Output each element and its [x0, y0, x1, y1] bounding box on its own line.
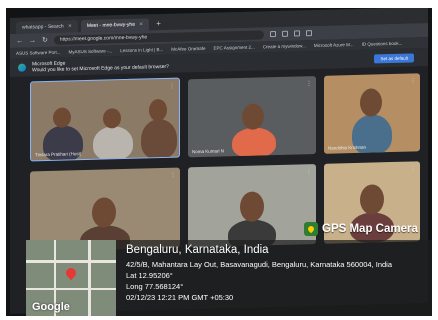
tab-label: whatsapp - Search — [22, 23, 64, 31]
participant-head — [149, 98, 167, 122]
gps-latitude: Lat 12.95206° — [126, 271, 173, 280]
refresh-icon[interactable]: ↻ — [42, 36, 48, 44]
gps-map-camera-watermark: GPS Map Camera — [304, 222, 418, 236]
new-tab-button[interactable]: + — [156, 18, 161, 30]
more-options-icon[interactable]: ⋮ — [170, 172, 176, 179]
profile-icon[interactable] — [305, 30, 312, 37]
participant-name: Noma Kumari N — [192, 148, 225, 155]
participant-head — [240, 191, 264, 222]
bookmark-item[interactable]: ASUS Software Port... — [16, 50, 61, 56]
bookmark-item[interactable]: ID Questions book... — [362, 41, 403, 47]
gps-city: Bengaluru, Karnataka, India — [126, 244, 269, 256]
bookmark-item[interactable]: Microsoft Azure M... — [314, 42, 354, 48]
bookmark-item[interactable]: Create a mywindow... — [263, 43, 306, 49]
gps-stamp-panel: Google Bengaluru, Karnataka, India 42/5/… — [26, 240, 432, 316]
more-options-icon[interactable]: ⋮ — [169, 83, 175, 90]
gps-camera-logo-icon — [304, 222, 318, 236]
close-tab-icon[interactable]: ✕ — [139, 22, 143, 28]
more-options-icon[interactable]: ⋮ — [306, 168, 312, 175]
participant-tile[interactable]: ⋮ Nandithia Krishnan — [324, 73, 420, 154]
map-road — [26, 288, 116, 290]
map-thumbnail: Google — [26, 240, 116, 316]
more-options-icon[interactable]: ⋮ — [410, 77, 416, 84]
edge-logo-icon — [18, 63, 26, 72]
participant-head — [103, 108, 121, 129]
extensions-icon[interactable] — [269, 31, 276, 38]
collections-icon[interactable] — [293, 30, 300, 37]
participant-body — [232, 127, 276, 158]
participant-head — [53, 107, 71, 128]
tab-label: Meet - mne-bvwy-yhe — [86, 21, 135, 29]
participant-head — [92, 197, 116, 228]
participant-head — [242, 103, 264, 130]
map-road — [88, 240, 91, 316]
forward-arrow-icon[interactable]: → — [29, 37, 36, 44]
gps-address: 42/5/B, Mahantara Lay Out, Basavanagudi,… — [126, 260, 393, 269]
set-default-button[interactable]: Set as default — [374, 53, 414, 64]
participant-tile[interactable]: ⋮ Tinsara Pratihari (Host) — [30, 77, 180, 162]
bookmark-item[interactable]: EPC Assignment 2... — [214, 45, 255, 51]
edge-prompt-text: Microsoft Edge Would you like to set Mic… — [32, 58, 169, 74]
bookmark-item[interactable]: McAfee OneSafe — [171, 46, 205, 52]
participant-body — [141, 118, 177, 160]
photo-frame: whatsapp - Search ✕ Meet - mne-bvwy-yhe … — [6, 8, 432, 316]
favorites-icon[interactable] — [281, 30, 288, 37]
bookmark-item[interactable]: MyASUS Software -... — [69, 48, 113, 54]
participant-tile[interactable]: ⋮ Noma Kumari N — [188, 75, 316, 158]
participant-name: Nandithia Krishnan — [328, 144, 367, 151]
close-tab-icon[interactable]: ✕ — [68, 23, 72, 29]
back-arrow-icon[interactable]: ← — [16, 37, 23, 44]
gps-datetime: 02/12/23 12:21 PM GMT +05:30 — [126, 293, 234, 302]
gps-brand-label: GPS Map Camera — [322, 223, 418, 235]
gps-longitude: Long 77.568124° — [126, 282, 184, 291]
participant-head — [360, 184, 384, 215]
map-location-pin-icon — [63, 265, 79, 281]
participant-tile[interactable]: ⋮ — [30, 167, 180, 252]
participant-body — [93, 125, 133, 161]
more-options-icon[interactable]: ⋮ — [306, 80, 312, 87]
more-options-icon[interactable]: ⋮ — [410, 165, 416, 172]
map-road — [26, 260, 116, 263]
map-provider-label: Google — [32, 301, 70, 313]
bookmark-item[interactable]: Lessons in Light | B... — [120, 47, 163, 53]
participant-head — [360, 88, 382, 117]
participant-tile[interactable]: ⋮ — [188, 163, 316, 248]
gps-stamp-text: Bengaluru, Karnataka, India 42/5/B, Maha… — [126, 244, 430, 303]
